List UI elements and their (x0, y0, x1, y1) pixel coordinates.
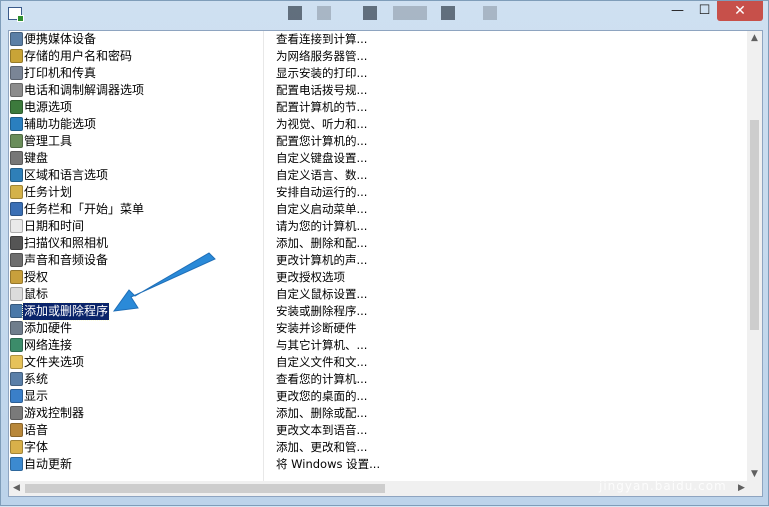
baidu-jingyan-watermark: Baidu经验 jingyan.baidu.com (595, 441, 765, 501)
watermark-url: jingyan.baidu.com (599, 479, 727, 493)
annotation-arrow-icon (112, 252, 216, 312)
control-panel-window: — ☐ ✕ 便携媒体设备 查看连接到计算... 存储的用户名和密码 为网络服务器管..… (0, 0, 769, 506)
